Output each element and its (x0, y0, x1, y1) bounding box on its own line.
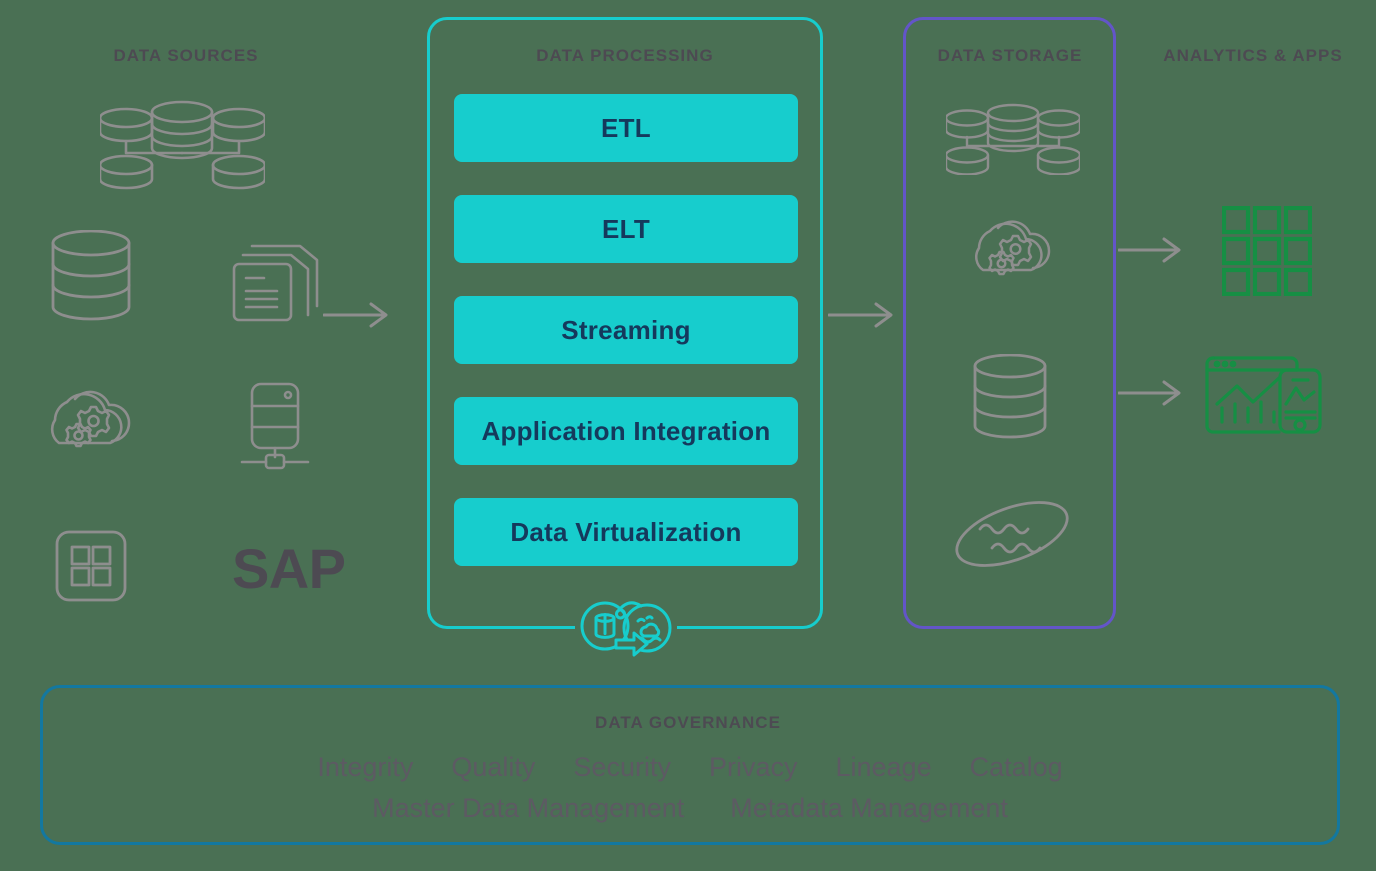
dashboard-analytics-icon (1201, 352, 1333, 440)
arrow-storage-to-apps-grid (1117, 235, 1186, 270)
column-title-analytics-apps: ANALYTICS & APPS (1163, 46, 1343, 65)
chip-label: ELT (602, 213, 650, 244)
governance-term: Catalog (969, 752, 1063, 782)
governance-terms-row-2: Master Data Management Metadata Manageme… (43, 793, 1337, 824)
column-title-data-sources: DATA SOURCES (113, 46, 259, 65)
chip-label: Application Integration (481, 415, 771, 446)
cloud-services-icon (37, 383, 149, 468)
governance-term: Quality (451, 752, 536, 782)
data-migration-hybrid-icon (575, 596, 677, 662)
governance-title: DATA GOVERNANCE (595, 713, 781, 732)
processing-chip-data-virtualization[interactable]: Data Virtualization (454, 498, 798, 566)
distributed-databases-icon (100, 100, 265, 190)
arrow-processing-to-storage (827, 300, 898, 335)
sap-logo: SAP (232, 537, 346, 600)
storage-distributed-databases-icon (946, 103, 1080, 175)
governance-term: Security (573, 752, 671, 782)
processing-chip-elt[interactable]: ELT (454, 195, 798, 263)
server-icon (240, 382, 310, 470)
governance-term: Lineage (835, 752, 932, 782)
arrow-storage-to-apps-dashboard (1117, 378, 1186, 413)
arrow-sources-to-processing (322, 300, 393, 335)
governance-term: Integrity (317, 752, 414, 782)
governance-term: Master Data Management (372, 793, 685, 823)
storage-cloud-services-icon (962, 213, 1068, 295)
governance-term: Privacy (708, 752, 798, 782)
processing-chip-streaming[interactable]: Streaming (454, 296, 798, 364)
application-grid-icon (1222, 206, 1312, 296)
governance-term: Metadata Management (730, 793, 1008, 823)
documents-icon (232, 228, 320, 322)
storage-database-icon (972, 354, 1048, 440)
data-lake-icon (950, 492, 1075, 577)
governance-terms-row-1: Integrity Quality Security Privacy Linea… (43, 752, 1337, 783)
chip-label: Streaming (561, 314, 691, 345)
database-icon (50, 230, 132, 322)
processing-chip-etl[interactable]: ETL (454, 94, 798, 162)
applications-grid-icon (55, 530, 127, 602)
chip-label: ETL (601, 112, 651, 143)
chip-label: Data Virtualization (510, 516, 742, 547)
diagram-canvas: DATA SOURCES DATA PROCESSING DATA STORAG… (0, 0, 1376, 871)
processing-chip-application-integration[interactable]: Application Integration (454, 397, 798, 465)
